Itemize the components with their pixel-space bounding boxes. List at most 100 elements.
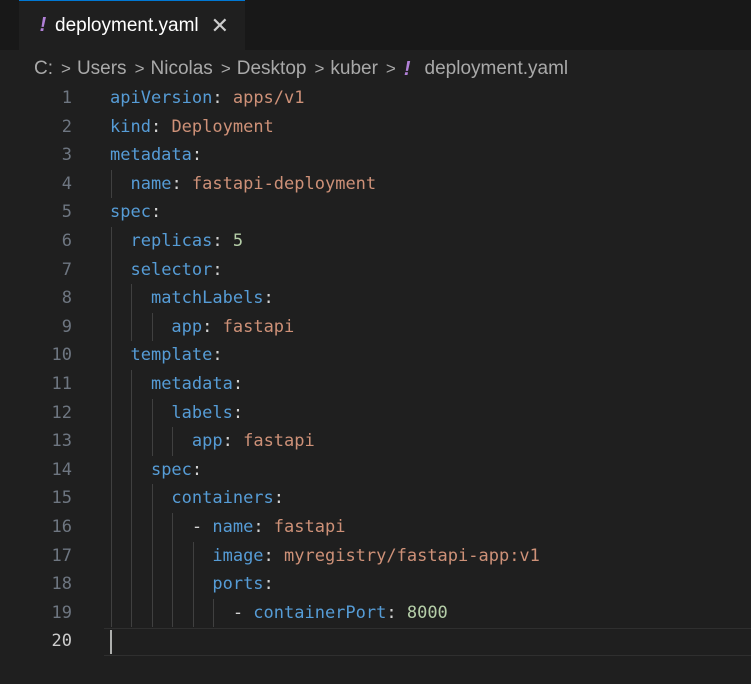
yaml-key: ports	[212, 574, 264, 595]
yaml-punctuation	[110, 431, 192, 451]
yaml-punctuation: :	[263, 545, 285, 566]
yaml-punctuation	[110, 345, 130, 365]
code-text: metadata:	[110, 370, 243, 399]
yaml-key: kind	[110, 116, 151, 137]
yaml-punctuation	[110, 546, 212, 566]
code-text: apiVersion: apps/v1	[110, 84, 305, 113]
close-icon[interactable]: ✕	[211, 14, 229, 37]
code-text: labels:	[110, 399, 243, 428]
line-number: 11	[51, 374, 72, 394]
line-number: 8	[61, 288, 72, 309]
code-text: - containerPort: 8000	[110, 599, 448, 628]
line-number: 19	[51, 602, 72, 623]
code-line[interactable]: 4 name: fastapi-deployment	[0, 170, 751, 199]
tab-deployment-yaml[interactable]: ! deployment.yaml ✕	[19, 0, 245, 50]
line-number: 16	[51, 517, 72, 537]
breadcrumb-item-nicolas[interactable]: Nicolas	[151, 58, 213, 80]
indent-guide	[131, 284, 133, 342]
indent-guide	[111, 169, 112, 199]
breadcrumb-item-drive[interactable]: C:	[34, 58, 53, 80]
line-number: 10	[51, 345, 72, 366]
breadcrumb-item-users[interactable]: Users	[77, 58, 127, 80]
indent-guide	[213, 598, 215, 628]
yaml-punctuation	[110, 374, 151, 394]
chevron-right-icon: >	[61, 59, 71, 78]
yaml-key: metadata	[110, 145, 192, 166]
yaml-punctuation: :	[232, 374, 244, 394]
breadcrumb-item-desktop[interactable]: Desktop	[237, 58, 307, 80]
yaml-punctuation: :	[202, 316, 223, 337]
code-line[interactable]: 10 template:	[0, 341, 751, 370]
line-number: 7	[61, 259, 72, 280]
chevron-right-icon: >	[314, 59, 325, 78]
yaml-key: spec	[110, 202, 151, 223]
code-line[interactable]: 15 containers:	[0, 484, 751, 513]
code-text: matchLabels:	[110, 284, 274, 313]
code-line[interactable]: 20	[0, 627, 751, 656]
code-line[interactable]: 5 spec:	[0, 198, 751, 227]
yaml-string: myregistry/fastapi-app:v1	[284, 545, 540, 566]
code-line[interactable]: 19 - containerPort: 8000	[0, 599, 751, 628]
code-line[interactable]: 3 metadata:	[0, 141, 751, 170]
code-line[interactable]: 7 selector:	[0, 256, 751, 285]
line-number: 5	[61, 202, 72, 223]
code-line[interactable]: 17 image: myregistry/fastapi-app:v1	[0, 542, 751, 571]
yaml-key: app	[171, 316, 203, 337]
yaml-punctuation: :	[171, 173, 192, 194]
yaml-punctuation	[110, 288, 151, 308]
line-number: 9	[61, 316, 72, 337]
code-line[interactable]: 13 app: fastapi	[0, 427, 751, 456]
yaml-string: fastapi	[243, 431, 315, 452]
line-number: 4	[61, 173, 72, 194]
yaml-key: spec	[150, 459, 192, 480]
line-number: 3	[61, 145, 72, 166]
yaml-key: matchLabels	[150, 288, 264, 309]
code-text: spec:	[110, 198, 161, 227]
yaml-key: template	[130, 345, 213, 366]
code-text: containers:	[110, 484, 284, 513]
yaml-punctuation: :	[263, 574, 274, 595]
yaml-string: fastapi	[273, 517, 346, 537]
line-number: 12	[51, 402, 72, 423]
yaml-punctuation	[110, 317, 171, 337]
code-line[interactable]: 8 matchLabels:	[0, 284, 751, 313]
yaml-punctuation: :	[212, 345, 223, 366]
yaml-key: name	[212, 517, 254, 537]
yaml-key: image	[212, 545, 264, 566]
line-number: 15	[51, 488, 72, 509]
yaml-punctuation: -	[110, 517, 213, 537]
code-line[interactable]: 1 apiVersion: apps/v1	[0, 84, 751, 113]
breadcrumb-item-file[interactable]: deployment.yaml	[425, 58, 569, 80]
code-line[interactable]: 18 ports:	[0, 570, 751, 599]
yaml-punctuation: :	[253, 517, 274, 537]
chevron-right-icon: >	[220, 59, 231, 78]
code-line[interactable]: 16 - name: fastapi	[0, 513, 751, 542]
yaml-file-icon: !	[403, 57, 411, 80]
code-text: kind: Deployment	[110, 113, 274, 142]
yaml-string: fastapi-deployment	[191, 173, 377, 194]
indent-guide	[151, 398, 153, 456]
code-line[interactable]: 6 replicas: 5	[0, 227, 751, 256]
yaml-key: containerPort	[253, 602, 387, 623]
yaml-punctuation	[110, 460, 151, 480]
breadcrumb-item-kuber[interactable]: kuber	[330, 58, 378, 80]
code-text: selector:	[110, 256, 223, 285]
code-text: metadata:	[110, 141, 202, 170]
line-number: 17	[51, 545, 72, 566]
code-line[interactable]: 2 kind: Deployment	[0, 113, 751, 142]
code-editor[interactable]: 1 apiVersion: apps/v1 2 kind: Deployment 3 me…	[0, 84, 751, 684]
yaml-punctuation: :	[212, 259, 223, 280]
yaml-punctuation	[110, 260, 130, 280]
yaml-number: 8000	[406, 602, 448, 623]
code-text: ports:	[110, 570, 274, 599]
code-text: - name: fastapi	[110, 513, 346, 542]
line-number: 13	[51, 431, 72, 452]
code-line[interactable]: 12 labels:	[0, 399, 751, 428]
code-line[interactable]: 9 app: fastapi	[0, 313, 751, 342]
yaml-key: selector	[130, 259, 213, 280]
code-line[interactable]: 11 metadata:	[0, 370, 751, 399]
yaml-string: Deployment	[171, 116, 274, 137]
code-line[interactable]: 14 spec:	[0, 456, 751, 485]
code-text: app: fastapi	[110, 427, 315, 456]
chevron-right-icon: >	[385, 59, 396, 78]
